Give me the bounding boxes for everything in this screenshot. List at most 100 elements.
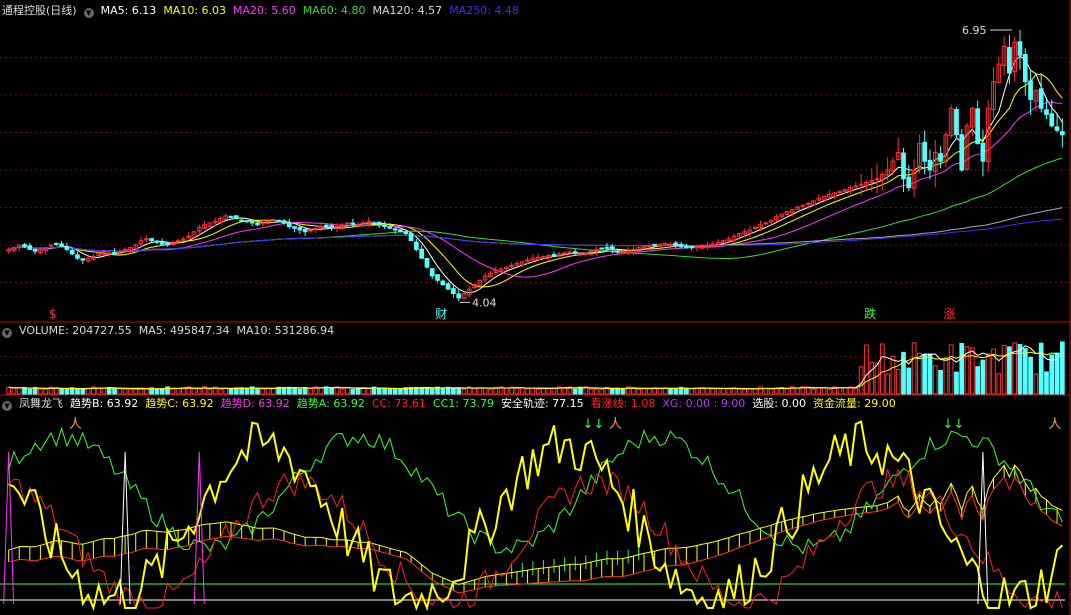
figure-icon: 人 — [69, 417, 82, 432]
candle-body — [302, 228, 308, 233]
volume-bar — [985, 353, 991, 395]
candle-body — [387, 226, 393, 229]
indicator-label: MA120: 4.57 — [372, 4, 443, 17]
volume-bar — [954, 371, 959, 395]
signal-marker: 财 — [435, 307, 447, 321]
candle-body — [408, 232, 414, 242]
volume-bar — [504, 387, 509, 395]
volume-bar — [721, 387, 726, 395]
candle-body — [1028, 80, 1033, 100]
candle-body — [53, 242, 59, 245]
volume-bar — [768, 388, 774, 395]
volume-bar — [339, 388, 345, 395]
candle-body — [1022, 54, 1028, 83]
candle-body — [286, 222, 292, 227]
volume-bar — [472, 388, 477, 395]
candle-body — [615, 250, 620, 253]
candle-body — [620, 251, 626, 254]
volume-bar — [816, 387, 822, 395]
volume-bar — [885, 373, 890, 395]
volume-bar — [1001, 344, 1007, 395]
volume-bar — [318, 387, 324, 395]
stock-chart-canvas[interactable]: 6.95 4.04 $ 财 跌 涨 ↓↓ ↓↓ 人 人 人 — [0, 0, 1071, 615]
volume-bar — [758, 386, 763, 395]
collapse-toggle-icon[interactable]: ▼ — [83, 8, 94, 18]
candle-body — [440, 280, 446, 286]
volume-bar — [488, 388, 493, 395]
volume-bar — [292, 387, 297, 395]
volume-bar — [223, 387, 229, 395]
volume-bar — [811, 388, 816, 395]
volume-bar — [747, 388, 753, 395]
volume-bar — [387, 388, 393, 395]
volume-bar — [191, 388, 197, 395]
volume-bar — [350, 388, 356, 395]
volume-bar — [519, 387, 525, 395]
volume-header: ▼ VOLUME: 204727.55 MA5: 495847.34 MA10: 53… — [2, 324, 348, 338]
candle-body — [297, 227, 303, 231]
volume-bar — [244, 387, 250, 395]
candle-body — [668, 243, 673, 246]
volume-bar — [535, 388, 541, 395]
indicator-label: MA5: 6.13 — [100, 4, 157, 17]
collapse-toggle-icon[interactable]: ▼ — [2, 401, 12, 411]
candle-body — [355, 224, 361, 227]
candle-body — [419, 248, 425, 259]
candle-body — [376, 221, 382, 226]
candle-body — [525, 259, 530, 262]
volume-bar — [646, 388, 652, 395]
volume-bar — [959, 342, 965, 395]
candle-body — [403, 231, 409, 235]
signal-spike — [119, 451, 131, 605]
volume-bar — [588, 388, 594, 395]
indicator-label: CC: 73.61 — [371, 397, 426, 410]
collapse-toggle-icon[interactable]: ▼ — [2, 328, 12, 338]
volume-bar — [308, 388, 313, 395]
volume-bar — [429, 388, 435, 395]
volume-bar — [22, 387, 27, 395]
candle-body — [371, 222, 377, 225]
candle-body — [646, 245, 652, 248]
indicator-label: MA5: 495847.34 — [138, 324, 230, 337]
candle-body — [959, 134, 965, 171]
volume-bar — [376, 387, 382, 395]
candle-body — [22, 244, 27, 248]
candle-body — [165, 242, 170, 246]
indicator-label: MA10: 6.03 — [163, 4, 227, 17]
volume-bar — [133, 388, 139, 395]
volume-bar — [154, 389, 160, 395]
candle-body — [1059, 131, 1065, 136]
signal-marker: 跌 — [864, 306, 876, 321]
volume-bar — [737, 388, 742, 395]
signal-marker: $ — [49, 307, 57, 321]
volume-bar — [175, 387, 181, 395]
volume-bar — [975, 366, 980, 395]
candle-body — [689, 246, 695, 249]
volume-bar — [673, 388, 679, 395]
volume-bar — [774, 387, 779, 395]
candle-body — [27, 245, 33, 250]
figure-icon: 人 — [609, 417, 622, 432]
volume-bar — [684, 387, 689, 395]
candle-body — [975, 108, 980, 145]
high-price-label: 6.95 — [962, 24, 987, 37]
volume-bar — [207, 388, 213, 395]
candle-body — [249, 220, 255, 224]
candle-body — [906, 176, 912, 189]
volume-bar — [382, 388, 387, 395]
volume-bar — [16, 387, 22, 395]
candle-body — [652, 243, 657, 246]
volume-bar — [38, 388, 43, 395]
volume-bar — [218, 388, 223, 395]
volume-bar — [514, 387, 520, 395]
volume-bar — [842, 386, 848, 395]
volume-bar — [1049, 354, 1055, 395]
volume-bar — [355, 388, 361, 395]
volume-bar — [143, 388, 149, 395]
volume-bar — [260, 388, 266, 395]
candle-body — [112, 251, 117, 255]
volume-bar — [64, 388, 70, 395]
volume-bar — [530, 387, 536, 395]
volume-bar — [482, 387, 488, 395]
down-arrow-icon: ↓↓ — [582, 417, 604, 432]
